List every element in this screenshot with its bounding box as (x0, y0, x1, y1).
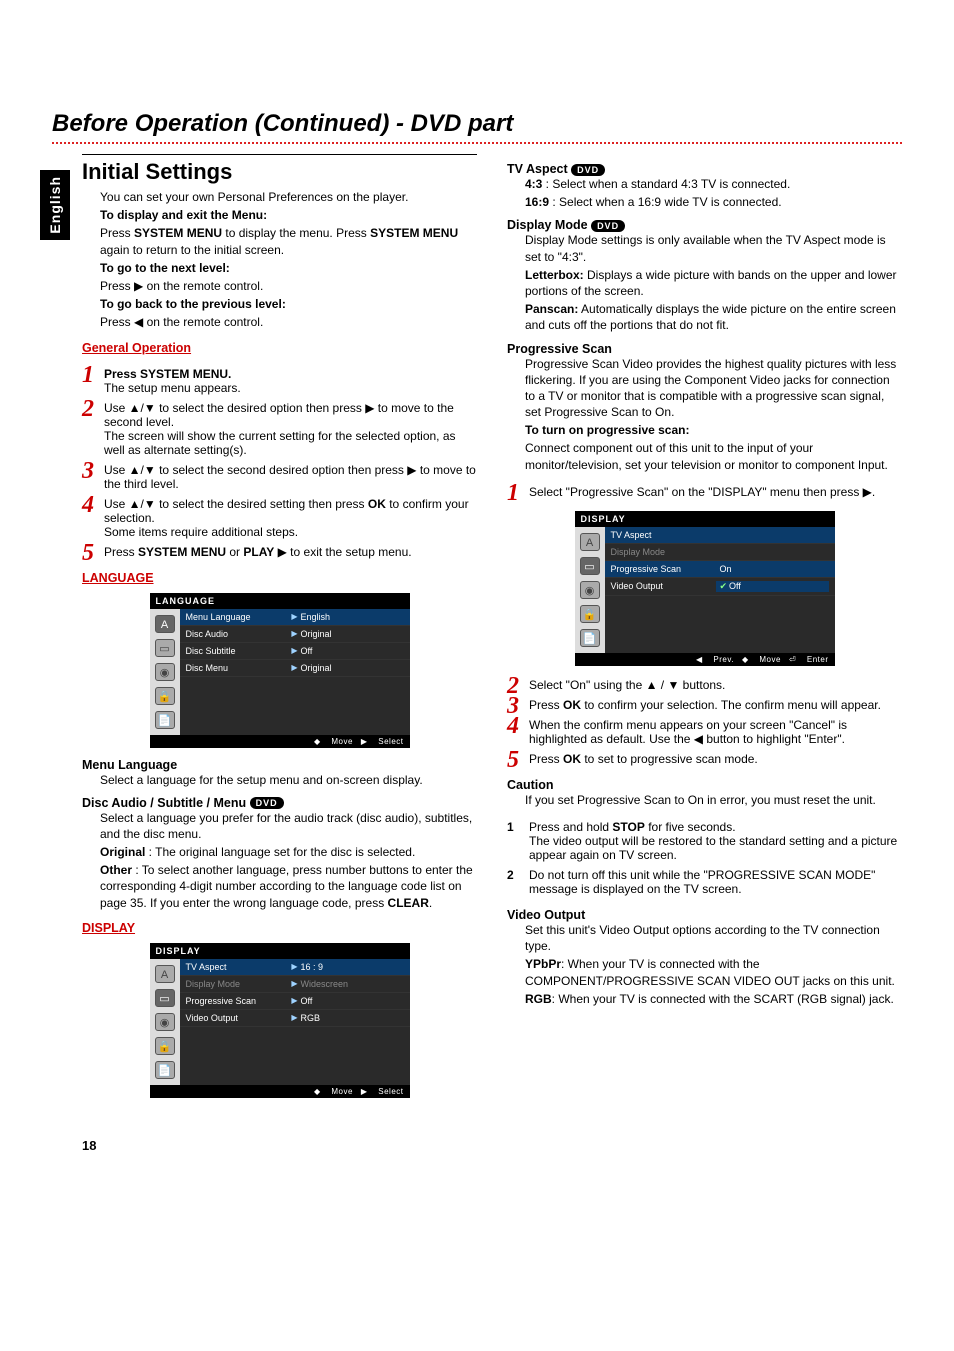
menu-language-text: Select a language for the setup menu and… (100, 772, 477, 788)
videooutput-heading: Video Output (507, 908, 902, 922)
page-number: 18 (82, 1138, 902, 1153)
displaymode-heading: Display Mode DVD (507, 218, 902, 232)
prev-level-text: Press ◀ on the remote control. (100, 314, 477, 330)
lock-icon: 🔒 (580, 605, 600, 623)
videooutput-ypbpr: YPbPr: When your TV is connected with th… (525, 956, 902, 988)
displaymode-letterbox: Letterbox: Displays a wide picture with … (525, 267, 902, 299)
display-icon: ▭ (155, 639, 175, 657)
disc-asm-heading: Disc Audio / Subtitle / Menu DVD (82, 796, 477, 810)
display-heading: DISPLAY (82, 921, 477, 935)
caution-intro: If you set Progressive Scan to On in err… (525, 792, 902, 808)
osd-row: Disc Subtitle▶Off (180, 643, 410, 660)
osd-row: Progressive Scan▶Off (180, 993, 410, 1010)
prev-level-heading: To go back to the previous level: (100, 296, 477, 312)
step-4: 4 Use ▲/▼ to select the desired setting … (82, 497, 477, 539)
others-icon: 📄 (155, 711, 175, 729)
language-tab: English (40, 170, 70, 240)
osd-row: Disc Menu▶Original (180, 660, 410, 677)
osd-row: TV Aspect (605, 527, 835, 544)
osd-row: Display Mode▶Widescreen (180, 976, 410, 993)
step-2: 2 Use ▲/▼ to select the desired option t… (82, 401, 477, 457)
caution-1: 1 Press and hold STOP for five seconds. … (507, 820, 902, 862)
osd-footer: ◀ Prev.◆ Move⏎ Enter (575, 653, 835, 666)
lock-icon: 🔒 (155, 687, 175, 705)
osd-row: Disc Audio▶Original (180, 626, 410, 643)
dvd-badge-icon: DVD (571, 164, 605, 176)
section-title: Initial Settings (82, 154, 477, 185)
videooutput-intro: Set this unit's Video Output options acc… (525, 922, 902, 954)
others-icon: 📄 (580, 629, 600, 647)
disc-asm-other: Other : To select another language, pres… (100, 862, 477, 911)
pstep-5: 5Press OK to set to progressive scan mod… (507, 752, 902, 766)
tvaspect-43: 4:3 : Select when a standard 4:3 TV is c… (525, 176, 902, 192)
intro-text: You can set your own Personal Preference… (100, 189, 477, 205)
displaymode-intro: Display Mode settings is only available … (525, 232, 902, 264)
display-exit-heading: To display and exit the Menu: (100, 207, 477, 223)
pstep-4: 4When the confirm menu appears on your s… (507, 718, 902, 746)
display-icon: ▭ (155, 989, 175, 1007)
next-level-heading: To go to the next level: (100, 260, 477, 276)
osd-footer: ◆ Move▶ Select (150, 1085, 410, 1098)
osd-progressive-menu: DISPLAY A ▭ ◉ 🔒 📄 TV Aspect Display Mode… (575, 511, 835, 666)
display-icon: ▭ (580, 557, 600, 575)
lock-icon: 🔒 (155, 1037, 175, 1055)
language-icon: A (155, 965, 175, 983)
progressive-turnon-text: Connect component out of this unit to th… (525, 440, 902, 472)
step-3: 3 Use ▲/▼ to select the second desired o… (82, 463, 477, 491)
osd-category-icons: A ▭ ◉ 🔒 📄 (150, 609, 180, 735)
osd-title: DISPLAY (150, 943, 410, 959)
osd-title: DISPLAY (575, 511, 835, 527)
osd-row: Video Output▶RGB (180, 1010, 410, 1027)
osd-language-menu: LANGUAGE A ▭ ◉ 🔒 📄 Menu Language▶English… (150, 593, 410, 748)
pstep-3: 3Press OK to confirm your selection. The… (507, 698, 902, 712)
others-icon: 📄 (155, 1061, 175, 1079)
menu-language-heading: Menu Language (82, 758, 477, 772)
tvaspect-169: 16:9 : Select when a 16:9 wide TV is con… (525, 194, 902, 210)
osd-row: Menu Language▶English (180, 609, 410, 626)
dvd-badge-icon: DVD (250, 797, 284, 809)
osd-category-icons: A ▭ ◉ 🔒 📄 (150, 959, 180, 1085)
osd-row: Display Mode (605, 544, 835, 561)
videooutput-rgb: RGB: When your TV is connected with the … (525, 991, 902, 1007)
caution-heading: Caution (507, 778, 902, 792)
osd-row: TV Aspect▶16 : 9 (180, 959, 410, 976)
chapter-title: Before Operation (Continued) - DVD part (52, 110, 902, 138)
caution-2: 2 Do not turn off this unit while the "P… (507, 868, 902, 896)
audio-icon: ◉ (155, 663, 175, 681)
pstep-1: 1Select "Progressive Scan" on the "DISPL… (507, 485, 902, 499)
osd-title: LANGUAGE (150, 593, 410, 609)
dvd-badge-icon: DVD (591, 220, 625, 232)
step-5: 5 Press SYSTEM MENU or PLAY ▶ to exit th… (82, 545, 477, 559)
disc-asm-original: Original : The original language set for… (100, 844, 477, 860)
osd-footer: ◆ Move▶ Select (150, 735, 410, 748)
osd-row: Progressive ScanOn (605, 561, 835, 578)
step-1: 1 Press SYSTEM MENU. The setup menu appe… (82, 367, 477, 395)
osd-display-menu: DISPLAY A ▭ ◉ 🔒 📄 TV Aspect▶16 : 9 Displ… (150, 943, 410, 1098)
dotted-rule (52, 142, 902, 144)
next-level-text: Press ▶ on the remote control. (100, 278, 477, 294)
language-icon: A (155, 615, 175, 633)
disc-asm-intro: Select a language you prefer for the aud… (100, 810, 477, 842)
display-exit-text: Press SYSTEM MENU to display the menu. P… (100, 225, 477, 257)
general-operation-heading: General Operation (82, 341, 477, 355)
language-heading: LANGUAGE (82, 571, 477, 585)
displaymode-panscan: Panscan: Automatically displays the wide… (525, 301, 902, 333)
progressive-intro: Progressive Scan Video provides the high… (525, 356, 902, 421)
audio-icon: ◉ (155, 1013, 175, 1031)
tvaspect-heading: TV Aspect DVD (507, 162, 902, 176)
language-icon: A (580, 533, 600, 551)
audio-icon: ◉ (580, 581, 600, 599)
progressive-turnon-heading: To turn on progressive scan: (525, 422, 902, 438)
progressive-heading: Progressive Scan (507, 342, 902, 356)
pstep-2: 2Select "On" using the ▲ / ▼ buttons. (507, 678, 902, 692)
osd-row: Video Output✔Off (605, 578, 835, 596)
osd-category-icons: A ▭ ◉ 🔒 📄 (575, 527, 605, 653)
